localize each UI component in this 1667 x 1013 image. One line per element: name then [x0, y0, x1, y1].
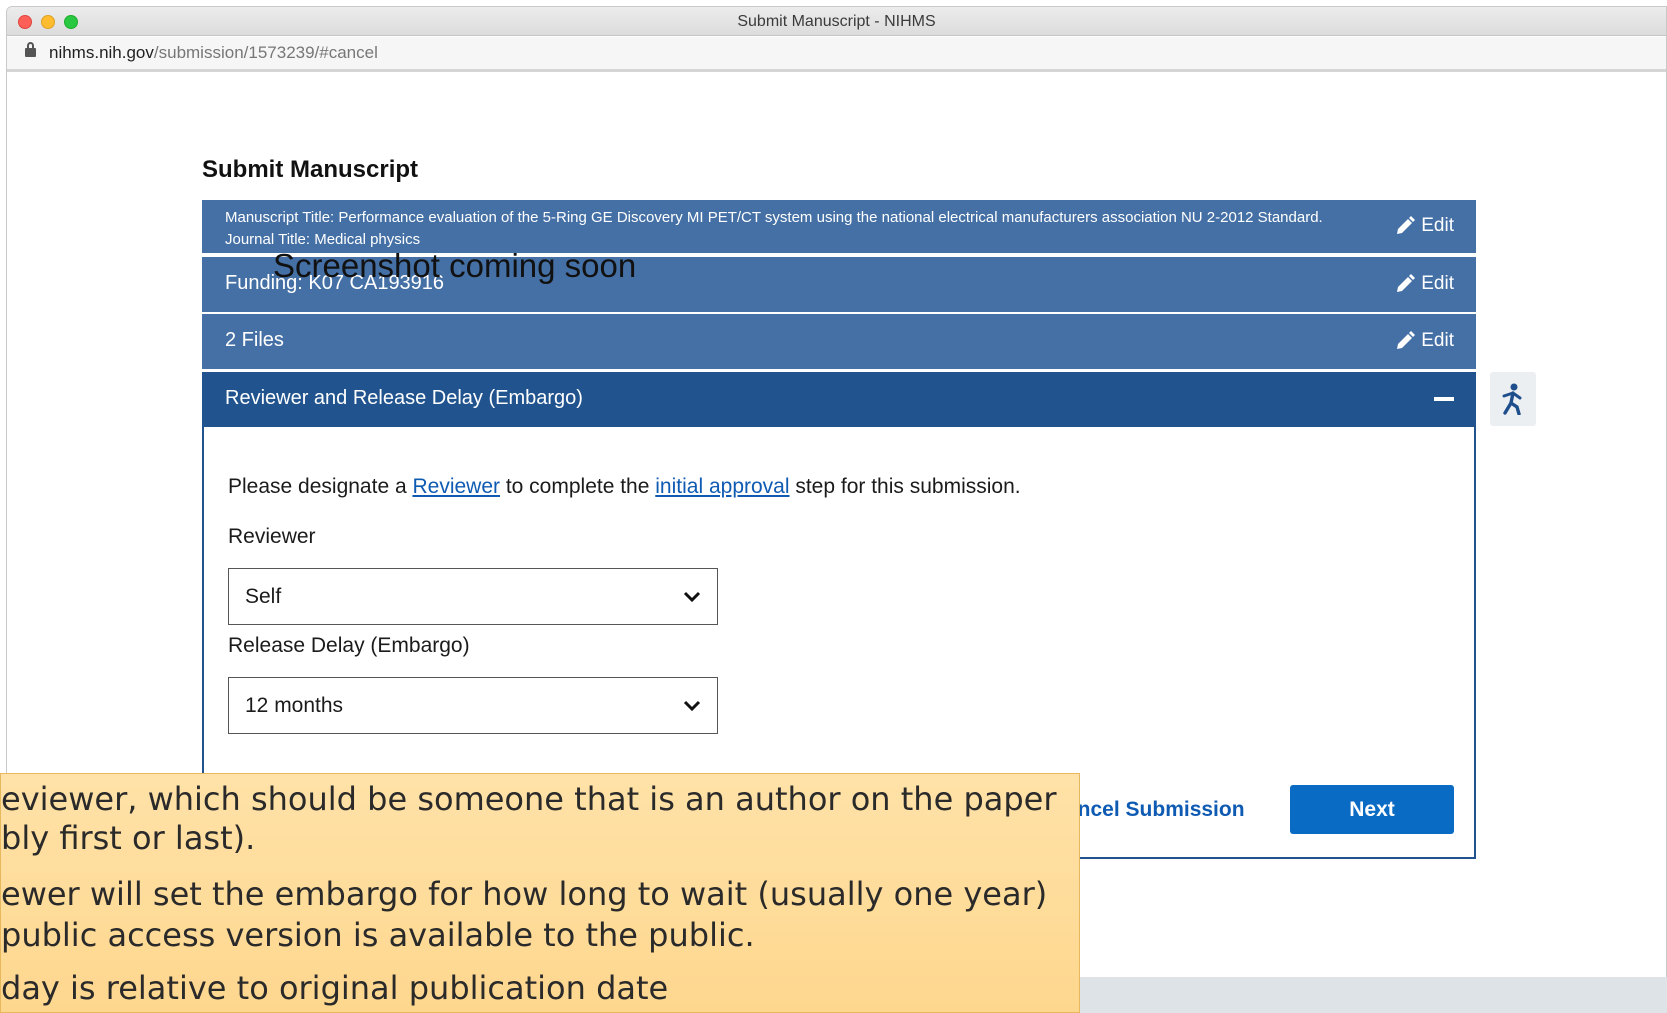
- edit-label: Edit: [1421, 330, 1454, 351]
- reviewer-link[interactable]: Reviewer: [412, 475, 500, 498]
- embargo-label: Release Delay (Embargo): [228, 634, 470, 657]
- embargo-select-value: 12 months: [245, 694, 344, 717]
- accessibility-button[interactable]: [1490, 372, 1536, 426]
- url-text[interactable]: nihms.nih.gov/submission/1573239/#cancel: [49, 43, 378, 63]
- window-title: Submit Manuscript - NIHMS: [737, 13, 936, 30]
- screenshot-coming-soon-overlay: Screenshot coming soon: [273, 247, 637, 284]
- lock-icon: [25, 42, 36, 57]
- manuscript-title-text: Manuscript Title: Performance evaluation…: [225, 209, 1323, 226]
- accordion-manuscript[interactable]: Manuscript Title: Performance evaluation…: [202, 200, 1476, 253]
- url-path: /submission/1573239/#cancel: [153, 43, 378, 62]
- edit-label: Edit: [1421, 215, 1454, 236]
- files-label: 2 Files: [225, 329, 284, 351]
- collapse-minus-icon[interactable]: [1434, 397, 1454, 401]
- cancel-submission-link[interactable]: ancel Submission: [1066, 798, 1245, 822]
- address-bar[interactable]: nihms.nih.gov/submission/1573239/#cancel: [7, 37, 1666, 72]
- accordion-files[interactable]: 2 Files Edit: [202, 314, 1476, 369]
- pencil-icon: [1397, 331, 1416, 349]
- callout-line-3: ewer will set the embargo for how long t…: [1, 875, 1048, 913]
- intro-text-2: to complete the: [500, 475, 656, 498]
- edit-label: Edit: [1421, 273, 1454, 294]
- reviewer-select-value: Self: [245, 585, 282, 608]
- instruction-callout: eviewer, which should be someone that is…: [0, 773, 1080, 1013]
- accordion-reviewer-embargo[interactable]: Reviewer and Release Delay (Embargo): [202, 372, 1476, 427]
- next-button[interactable]: Next: [1290, 785, 1454, 834]
- pencil-icon: [1397, 216, 1416, 234]
- reviewer-select[interactable]: Self: [228, 568, 718, 625]
- title-bar: Submit Manuscript - NIHMS: [7, 7, 1666, 36]
- initial-approval-link[interactable]: initial approval: [655, 475, 789, 498]
- callout-line-5: day is relative to original publication …: [1, 969, 669, 1007]
- edit-funding-button[interactable]: Edit: [1395, 273, 1454, 295]
- callout-line-4: public access version is available to th…: [1, 916, 755, 954]
- edit-manuscript-button[interactable]: Edit: [1395, 215, 1454, 237]
- manuscript-summary: Manuscript Title: Performance evaluation…: [225, 207, 1323, 251]
- edit-files-button[interactable]: Edit: [1395, 330, 1454, 352]
- walking-person-icon: [1502, 383, 1522, 415]
- pencil-icon: [1397, 274, 1416, 292]
- embargo-select[interactable]: 12 months: [228, 677, 718, 734]
- chevron-down-icon: [683, 700, 701, 712]
- intro-text-1: Please designate a: [228, 475, 413, 498]
- intro-text-3: step for this submission.: [789, 475, 1021, 498]
- page-title: Submit Manuscript: [202, 156, 419, 183]
- callout-line-2: bly first or last).: [1, 819, 256, 857]
- screen: { "window": { "title": "Submit Manuscrip…: [0, 0, 1667, 1013]
- reviewer-label: Reviewer: [228, 525, 316, 548]
- chevron-down-icon: [683, 591, 701, 603]
- reviewer-section-label: Reviewer and Release Delay (Embargo): [225, 387, 583, 409]
- callout-line-1: eviewer, which should be someone that is…: [1, 780, 1057, 818]
- url-host: nihms.nih.gov: [49, 43, 154, 62]
- reviewer-instructions: Please designate a Reviewer to complete …: [228, 475, 1021, 499]
